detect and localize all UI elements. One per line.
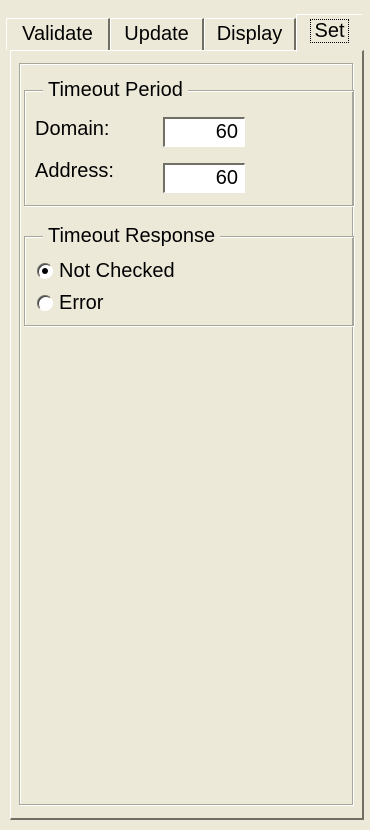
timeout-response-group: Timeout Response Not Checked Error	[24, 223, 354, 326]
radio-not-checked-circle[interactable]	[37, 263, 53, 279]
tab-display[interactable]: Display	[204, 18, 296, 50]
tab-display-label: Display	[216, 23, 283, 45]
radio-error-label: Error	[59, 292, 104, 314]
tab-update[interactable]: Update	[110, 18, 204, 50]
tab-update-label: Update	[124, 23, 189, 45]
settings-window: Validate Update Display Set Timeout Peri…	[0, 0, 370, 830]
tab-set-label: Set	[310, 19, 349, 43]
radio-selected-dot-icon	[42, 268, 48, 274]
timeout-period-title: Timeout Period	[43, 77, 188, 103]
radio-error-circle[interactable]	[37, 295, 53, 311]
tab-set[interactable]: Set	[296, 14, 362, 52]
domain-label: Domain:	[35, 118, 110, 140]
tab-validate-label: Validate	[22, 23, 93, 45]
radio-not-checked-label: Not Checked	[59, 260, 175, 282]
tab-validate[interactable]: Validate	[6, 18, 110, 50]
domain-timeout-input[interactable]	[163, 117, 245, 147]
tab-strip: Validate Update Display Set	[0, 14, 370, 52]
timeout-response-title: Timeout Response	[43, 223, 221, 249]
address-label: Address:	[35, 160, 114, 182]
address-timeout-input[interactable]	[163, 163, 245, 193]
timeout-period-group: Timeout Period Domain: Address:	[24, 77, 354, 206]
